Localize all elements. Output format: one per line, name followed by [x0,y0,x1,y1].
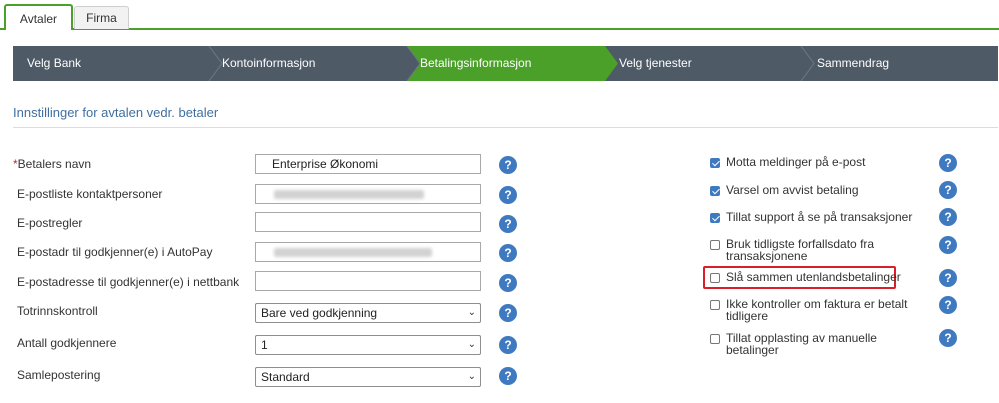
checkbox-checked[interactable] [710,158,720,168]
label-epostadresse-nettbank: E-postadresse til godkjenner(e) i nettba… [17,275,240,289]
checkbox-checked[interactable] [710,213,720,223]
wizard-step-betalingsinformasjon[interactable]: Betalingsinformasjon [420,46,531,81]
totrinnskontroll-selected: Bare ved godkjenning [261,306,378,320]
label-samlepostering: Samlepostering [17,368,101,382]
help-icon[interactable]: ? [499,367,517,385]
label-antall-godkjennere: Antall godkjennere [17,336,117,350]
wizard-progress: Velg Bank Kontoinformasjon Betalingsinfo… [13,46,998,81]
wizard-separator [208,46,223,81]
checkbox-unchecked[interactable] [710,300,720,310]
epostliste-input[interactable] [255,184,481,204]
help-icon[interactable]: ? [499,156,517,174]
tab-underline [0,28,999,30]
help-icon[interactable]: ? [499,336,517,354]
tab-bar: Avtaler Firma [0,0,999,30]
wizard-step-kontoinformasjon[interactable]: Kontoinformasjon [222,46,315,81]
section-divider [13,127,998,128]
chevron-down-icon: ⌄ [467,371,476,382]
help-icon[interactable]: ? [499,274,517,292]
wizard-separator [800,46,815,81]
help-icon[interactable]: ? [939,329,957,347]
samlepostering-selected: Standard [261,370,310,384]
option-label: Slå sammen utenlandsbetalinger [726,270,901,284]
label-epostadr-autopay: E-postadr til godkjenner(e) i AutoPay [17,245,213,259]
checkbox-unchecked[interactable] [710,334,720,344]
tab-firma[interactable]: Firma [74,6,129,29]
option-label: Ikke kontroller om faktura er betalt tid… [726,297,908,323]
option-label: Tillat opplasting av manuelle betalinger [726,331,877,357]
epostadresse-nettbank-input[interactable] [255,271,481,291]
option-label: Bruk tidligste forfallsdato fra transaks… [726,237,875,263]
totrinnskontroll-select[interactable]: Bare ved godkjenning ⌄ [255,303,481,323]
help-icon[interactable]: ? [939,269,957,287]
checkbox-checked[interactable] [710,186,720,196]
help-icon[interactable]: ? [499,215,517,233]
chevron-down-icon: ⌄ [467,339,476,350]
help-icon[interactable]: ? [499,186,517,204]
antall-godkjennere-selected: 1 [261,338,268,352]
obscured-value [274,248,432,257]
obscured-value [274,190,424,199]
label-betalers-navn: *Betalers navn [13,157,92,171]
samlepostering-select[interactable]: Standard ⌄ [255,367,481,387]
help-icon[interactable]: ? [939,154,957,172]
section-title: Innstillinger for avtalen vedr. betaler [13,105,219,120]
wizard-step-velg-bank[interactable]: Velg Bank [27,46,81,81]
label-epostliste: E-postliste kontaktpersoner [17,187,163,201]
help-icon[interactable]: ? [939,236,957,254]
help-icon[interactable]: ? [939,208,957,226]
option-label: Varsel om avvist betaling [726,183,859,197]
antall-godkjennere-select[interactable]: 1 ⌄ [255,335,481,355]
help-icon[interactable]: ? [499,304,517,322]
tab-avtaler[interactable]: Avtaler [4,4,73,30]
option-label: Tillat support å se på transaksjoner [726,210,913,224]
epostregler-input[interactable] [255,212,481,232]
betalers-navn-input[interactable] [255,154,481,174]
checkbox-unchecked[interactable] [710,273,720,283]
wizard-step-sammendrag[interactable]: Sammendrag [817,46,889,81]
help-icon[interactable]: ? [499,244,517,262]
chevron-down-icon: ⌄ [467,307,476,318]
help-icon[interactable]: ? [939,296,957,314]
wizard-step-velg-tjenester[interactable]: Velg tjenester [619,46,692,81]
label-totrinnskontroll: Totrinnskontroll [17,304,98,318]
checkbox-unchecked[interactable] [710,240,720,250]
option-label: Motta meldinger på e-post [726,155,866,169]
label-epostregler: E-postregler [17,216,83,230]
help-icon[interactable]: ? [939,181,957,199]
epostadr-autopay-input[interactable] [255,242,481,262]
